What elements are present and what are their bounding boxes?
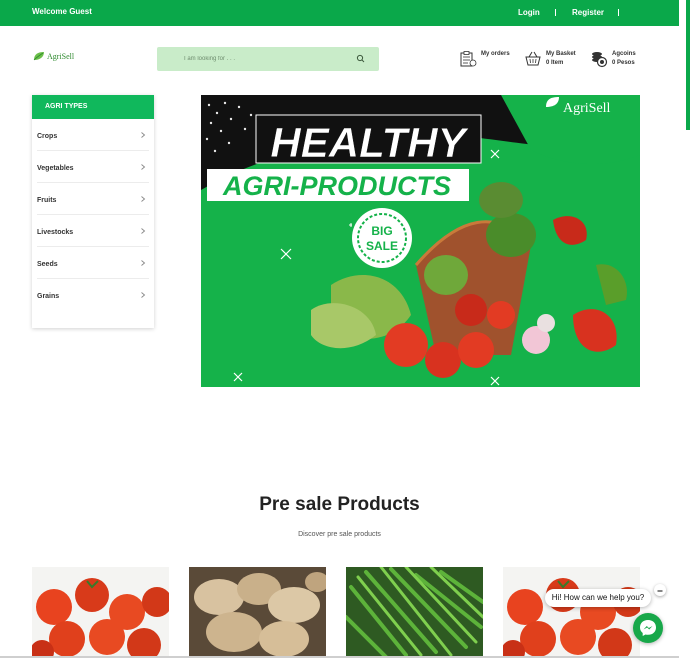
sidebar-title: AGRI TYPES [32,95,154,119]
messenger-chat-button[interactable] [633,613,663,643]
agcoins-label: Agcoins [612,51,636,57]
sale-badge-bottom: SALE [366,239,398,253]
chat-greeting[interactable]: Hi! How can we help you? [545,589,651,607]
sidebar-item-livestocks[interactable]: Livestocks [37,215,149,247]
banner-subheadline: AGRI-PRODUCTS [222,171,451,201]
site-logo[interactable]: AgriSell [33,51,74,61]
sidebar-item-label: Fruits [37,197,57,204]
clipboard-icon [460,51,477,67]
chevron-right-icon [141,292,146,298]
welcome-text: Welcome Guest [32,7,92,16]
sidebar-item-label: Crops [37,133,58,140]
sidebar-item-label: Seeds [37,261,58,268]
svg-text:AgriSell: AgriSell [563,101,611,116]
chevron-right-icon [141,132,146,138]
tomatoes-image [32,567,169,657]
messenger-icon [640,620,656,636]
sidebar-item-label: Livestocks [37,229,74,236]
presale-title: Pre sale Products [259,494,420,515]
green-beans-image [346,567,483,657]
promo-banner[interactable]: HEALTHY AGRI-PRODUCTS BIG SALE AgriSell [201,95,640,387]
chevron-right-icon [141,260,146,266]
presale-subtitle: Discover pre sale products [298,531,381,538]
search-input[interactable] [157,47,352,71]
page-bottom-divider [0,656,679,658]
basket-count: 0 Item [546,60,564,66]
search-icon[interactable] [353,51,369,67]
chevron-right-icon [141,228,146,234]
my-basket-label: My Basket [546,51,576,57]
chevron-right-icon [141,196,146,202]
agcoins-amount: 0 Pesos [612,60,635,66]
product-card[interactable] [503,567,640,657]
agcoins-link[interactable]: Agcoins 0 Pesos [590,50,636,68]
logo-text: AgriSell [47,51,75,61]
banner-headline: HEALTHY [270,119,469,166]
divider [555,9,556,16]
sidebar-item-label: Grains [37,293,60,300]
minus-icon [657,590,663,592]
sidebar-item-label: Vegetables [37,165,74,172]
product-card[interactable] [346,567,483,657]
register-link[interactable]: Register [572,8,604,17]
my-orders-link[interactable]: My orders [459,50,510,68]
chevron-right-icon [141,164,146,170]
sale-badge-top: BIG [371,224,392,238]
my-basket-link[interactable]: My Basket 0 Item [524,50,576,68]
login-link[interactable]: Login [518,8,540,17]
tomatoes-image [503,567,640,657]
product-card[interactable] [189,567,326,657]
chat-close-button[interactable] [654,584,666,596]
search-bar [157,47,379,71]
scrollbar-thumb[interactable] [686,0,690,130]
my-orders-label: My orders [481,51,510,57]
leaf-icon [33,52,44,61]
sidebar-item-seeds[interactable]: Seeds [37,247,149,279]
product-card[interactable] [32,567,169,657]
banner-graphic: HEALTHY AGRI-PRODUCTS BIG SALE AgriSell [201,95,640,387]
sidebar-item-vegetables[interactable]: Vegetables [37,151,149,183]
top-bar: Welcome Guest Login Register [0,0,679,26]
sidebar-item-fruits[interactable]: Fruits [37,183,149,215]
agri-types-sidebar: AGRI TYPES Crops Vegetables Fruits Lives… [32,95,154,328]
coins-icon [592,52,608,68]
basket-icon [525,51,541,66]
divider [618,9,619,16]
sidebar-item-crops[interactable]: Crops [37,119,149,151]
sidebar-item-grains[interactable]: Grains [37,279,149,310]
ginger-image [189,567,326,657]
